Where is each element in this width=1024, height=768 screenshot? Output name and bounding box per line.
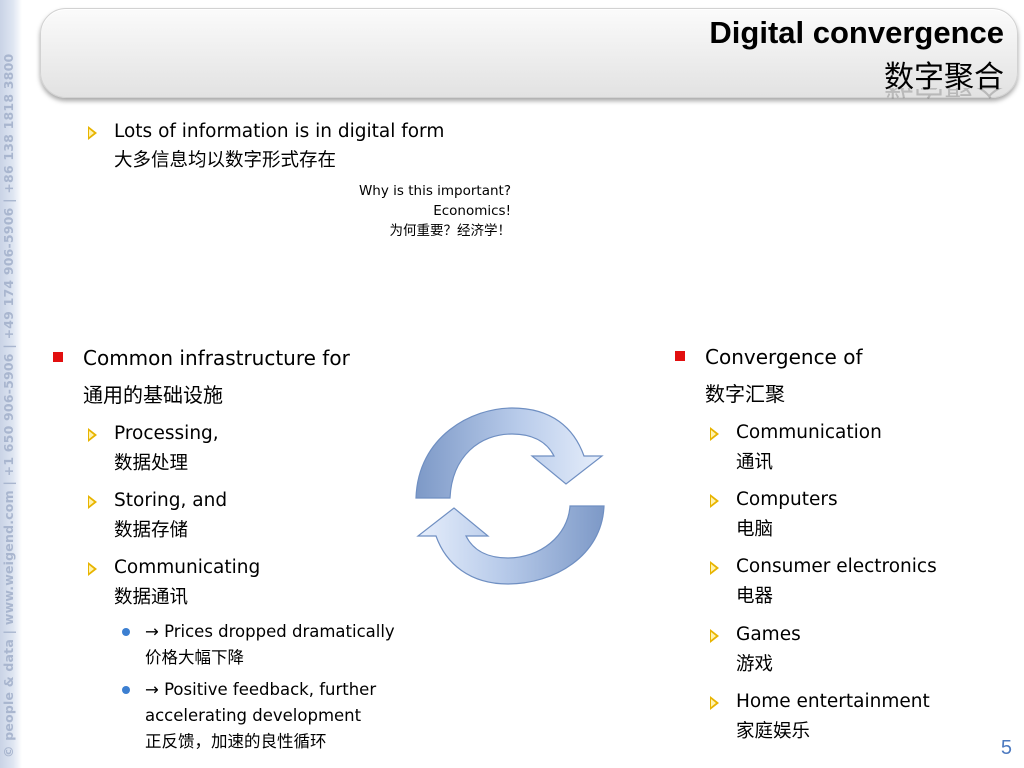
- left-subitem-1-line-1: → Prices dropped dramatically: [145, 622, 395, 641]
- triangle-bullet-icon: [88, 126, 97, 140]
- triangle-bullet-icon: [710, 561, 719, 575]
- left-item-1-zh: 数据处理: [114, 453, 189, 474]
- left-item-2-zh: 数据存储: [114, 520, 189, 541]
- left-item-3-en: Communicating: [114, 557, 261, 578]
- right-item-5-zh: 家庭娱乐: [736, 721, 811, 742]
- right-item-2-zh: 电脑: [736, 519, 774, 540]
- cycle-arrows-icon: [415, 407, 605, 585]
- left-item-3-zh: 数据通讯: [114, 587, 189, 608]
- copyright-text: © people & data | www.weigend.com | +1 6…: [1, 53, 16, 758]
- square-bullet-icon: [53, 352, 63, 362]
- right-item-3-zh: 电器: [736, 586, 774, 607]
- slide-title: Digital convergence: [709, 15, 1004, 50]
- right-item-2-en: Computers: [736, 489, 838, 510]
- dot-bullet-icon: [122, 686, 130, 694]
- top-bullet-zh: 大多信息均以数字形式存在: [114, 150, 337, 171]
- triangle-bullet-icon: [710, 494, 719, 508]
- right-item-1-zh: 通讯: [736, 452, 774, 473]
- right-heading-en: Convergence of: [705, 345, 863, 369]
- triangle-bullet-icon: [710, 696, 719, 710]
- right-heading-zh: 数字汇聚: [705, 382, 785, 406]
- importance-note: Why is this important? Economics! 为何重要？经…: [359, 181, 511, 241]
- note-line-1: Why is this important?: [358, 183, 511, 199]
- triangle-bullet-icon: [710, 629, 719, 643]
- right-item-1-en: Communication: [736, 422, 882, 443]
- left-heading-en: Common infrastructure for: [83, 346, 350, 370]
- right-item-3-en: Consumer electronics: [736, 556, 937, 577]
- left-subitem-2-line-1: → Positive feedback, further: [145, 680, 377, 699]
- left-subitem-1-line-2: 价格大幅下降: [145, 648, 244, 667]
- square-bullet-icon: [675, 351, 685, 361]
- right-item-4-zh: 游戏: [736, 654, 774, 675]
- top-bullet-en: Lots of information is in digital form: [114, 121, 445, 142]
- page-number: 5: [1000, 737, 1012, 759]
- left-item-1-en: Processing,: [114, 423, 219, 444]
- right-item-5-en: Home entertainment: [736, 691, 930, 712]
- side-copyright-strip: © people & data | www.weigend.com | +1 6…: [0, 0, 22, 768]
- left-subitem-2-line-2: accelerating development: [145, 706, 362, 725]
- triangle-bullet-icon: [710, 427, 719, 441]
- triangle-bullet-icon: [88, 495, 97, 509]
- slide-title-reflection: 数字聚合: [884, 88, 1004, 108]
- left-subitem-2-line-3: 正反馈，加速的良性循环: [145, 732, 327, 751]
- right-item-4-en: Games: [736, 624, 801, 645]
- note-line-3: 为何重要？经济学！: [389, 223, 512, 239]
- note-line-2: Economics!: [433, 203, 511, 219]
- triangle-bullet-icon: [88, 562, 97, 576]
- left-item-2-en: Storing, and: [114, 490, 228, 511]
- dot-bullet-icon: [122, 628, 130, 636]
- triangle-bullet-icon: [88, 428, 97, 442]
- left-heading-zh: 通用的基础设施: [83, 383, 223, 407]
